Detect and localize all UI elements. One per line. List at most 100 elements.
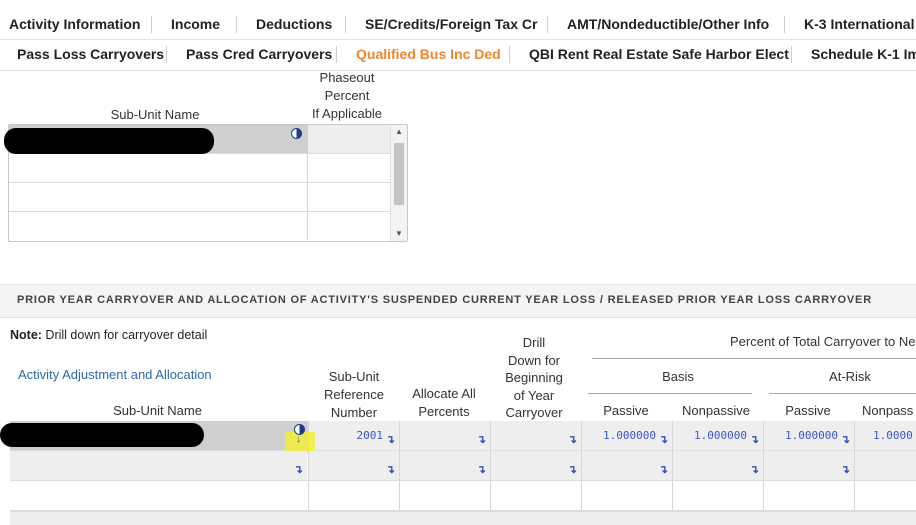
basis-nonpassive-cell[interactable]: 1.000000 ↴: [672, 421, 763, 450]
tab-qbi-rent-real-estate[interactable]: QBI Rent Real Estate Safe Harbor Elect: [529, 39, 789, 69]
sub-unit-name-cell[interactable]: ↴: [10, 451, 307, 480]
basis-nonpassive-value: 1.000000: [694, 429, 747, 442]
header-line: Down for: [507, 352, 561, 368]
grid1-header-sub-unit-name: Sub-Unit Name: [110, 107, 200, 122]
tab-deductions[interactable]: Deductions: [256, 9, 332, 39]
atrisk-passive-cell[interactable]: 1.000000 ↴: [763, 421, 854, 450]
atrisk-nonpassive-cell[interactable]: [854, 451, 916, 480]
header-line: Carryover: [505, 405, 563, 420]
header-basis-rule: [588, 393, 752, 394]
grid1-row[interactable]: [9, 212, 391, 240]
grid2-header-ref-number: Sub-Unit Reference Number: [312, 368, 396, 422]
tab-schedule-k1-import[interactable]: Schedule K-1 Imp: [811, 39, 916, 69]
tab-qualified-bus-inc-ded[interactable]: Qualified Bus Inc Ded: [356, 39, 501, 69]
grid-cell[interactable]: [308, 481, 399, 510]
header-line: Phaseout: [319, 70, 375, 85]
return-arrow-icon: ↴: [567, 434, 577, 446]
grid2-row[interactable]: [10, 481, 916, 511]
grid2-header-basis-passive: Passive: [603, 403, 649, 418]
grid2-header-sub-unit-name: Sub-Unit Name: [113, 403, 202, 418]
tab-activity-information[interactable]: Activity Information: [9, 9, 140, 39]
tab-income[interactable]: Income: [171, 9, 220, 39]
allocate-all-cell[interactable]: ↴: [399, 451, 490, 480]
return-arrow-icon: ↴: [658, 434, 668, 446]
tab-se-credits-foreign-tax[interactable]: SE/Credits/Foreign Tax Cr: [365, 9, 537, 39]
grid-cell[interactable]: [399, 481, 490, 510]
return-arrow-icon: ↴: [749, 434, 759, 446]
scroll-up-icon[interactable]: ▲: [391, 125, 407, 139]
grid2-header-basis-nonpassive: Nonpassive: [682, 403, 750, 418]
grid-cell[interactable]: [581, 481, 672, 510]
allocate-all-cell[interactable]: ↴: [399, 421, 490, 450]
basis-passive-cell[interactable]: ↴: [581, 451, 672, 480]
grid-cell[interactable]: [763, 481, 854, 510]
drill-down-cell[interactable]: ↴: [490, 421, 581, 450]
tab-divider: [784, 16, 785, 33]
tab-k3-international[interactable]: K-3 International I: [804, 9, 916, 39]
return-arrow-icon: ↴: [476, 464, 486, 476]
grid-cell[interactable]: [490, 481, 581, 510]
grid1-scrollbar[interactable]: ▲ ▼: [390, 125, 407, 241]
note-label: Note:: [10, 328, 42, 342]
atrisk-passive-cell[interactable]: ↴: [763, 451, 854, 480]
drill-down-note: Note: Drill down for carryover detail: [10, 328, 207, 342]
basis-passive-cell[interactable]: 1.000000 ↴: [581, 421, 672, 450]
half-circle-icon[interactable]: [291, 128, 302, 139]
grid2-row[interactable]: ↴ ↴ ↴ ↴ ↴ ↴ ↴: [10, 451, 916, 481]
scrollbar-thumb[interactable]: [394, 143, 404, 205]
header-atrisk-rule: [769, 393, 916, 394]
return-arrow-icon: ↴: [840, 434, 850, 446]
redaction-mark: [4, 128, 214, 154]
grid1-header-phaseout-percent: Phaseout Percent If Applicable: [307, 69, 387, 123]
column-divider: [307, 154, 308, 182]
tab-divider: [236, 16, 237, 33]
grid1-row[interactable]: [9, 183, 391, 212]
section-title: PRIOR YEAR CARRYOVER AND ALLOCATION OF A…: [17, 294, 872, 306]
grid2-header-basis: Basis: [662, 369, 694, 384]
header-line: Number: [330, 405, 378, 420]
basis-nonpassive-cell[interactable]: ↴: [672, 451, 763, 480]
return-arrow-icon: ↴: [567, 464, 577, 476]
header-line: of Year: [513, 387, 555, 403]
scroll-down-icon[interactable]: ▼: [391, 227, 407, 241]
return-arrow-icon: ↴: [840, 464, 850, 476]
tab-pass-cred-carryovers[interactable]: Pass Cred Carryovers: [186, 39, 332, 69]
redaction-mark: [0, 423, 204, 447]
tab-divider: [547, 16, 548, 33]
grid2-header-allocate-all: Allocate All Percents: [402, 385, 486, 421]
header-line: If Applicable: [311, 106, 383, 121]
grid-cell[interactable]: [854, 481, 916, 510]
activity-adjustment-link[interactable]: Activity Adjustment and Allocation: [18, 367, 212, 382]
drill-down-cell[interactable]: ↴: [490, 451, 581, 480]
return-arrow-icon: ↴: [749, 464, 759, 476]
atrisk-nonpassive-cell[interactable]: 1.0000: [854, 421, 916, 450]
tab-amt-nondeductible[interactable]: AMT/Nondeductible/Other Info: [567, 9, 769, 39]
return-arrow-icon: ↴: [293, 464, 303, 476]
drill-down-arrow-icon[interactable]: ↓: [296, 434, 301, 445]
grid1-row[interactable]: [9, 154, 391, 183]
header-line: Reference: [324, 387, 384, 402]
tab-divider: [151, 16, 152, 33]
ref-number-value: 2001: [356, 429, 384, 442]
grid2-header-atrisk: At-Risk: [829, 369, 871, 384]
tab-divider: [345, 16, 346, 33]
tab-divider: [791, 46, 792, 63]
section-header: PRIOR YEAR CARRYOVER AND ALLOCATION OF A…: [0, 284, 916, 318]
atrisk-nonpassive-value: 1.0000: [873, 429, 913, 442]
grid2-row-partial[interactable]: [10, 511, 916, 525]
tab-divider: [509, 46, 510, 63]
tab-pass-loss-carryovers[interactable]: Pass Loss Carryovers: [17, 39, 164, 69]
header-group-rule: [592, 358, 916, 359]
header-line: Beginning: [505, 370, 563, 385]
header-line: Drill: [522, 335, 546, 350]
tab-row-1: Activity Information Income Deductions S…: [0, 9, 916, 39]
return-arrow-icon: ↴: [385, 464, 395, 476]
grid-cell[interactable]: [672, 481, 763, 510]
grid2-header-percent-total: Percent of Total Carryover to Ne: [730, 334, 916, 349]
column-divider: [307, 183, 308, 211]
phaseout-percent-cell[interactable]: [308, 125, 391, 153]
tab-divider: [336, 46, 337, 63]
ref-number-cell[interactable]: ↴: [308, 451, 399, 480]
ref-number-cell[interactable]: 2001 ↴: [308, 421, 399, 450]
header-line: Percents: [418, 404, 470, 419]
